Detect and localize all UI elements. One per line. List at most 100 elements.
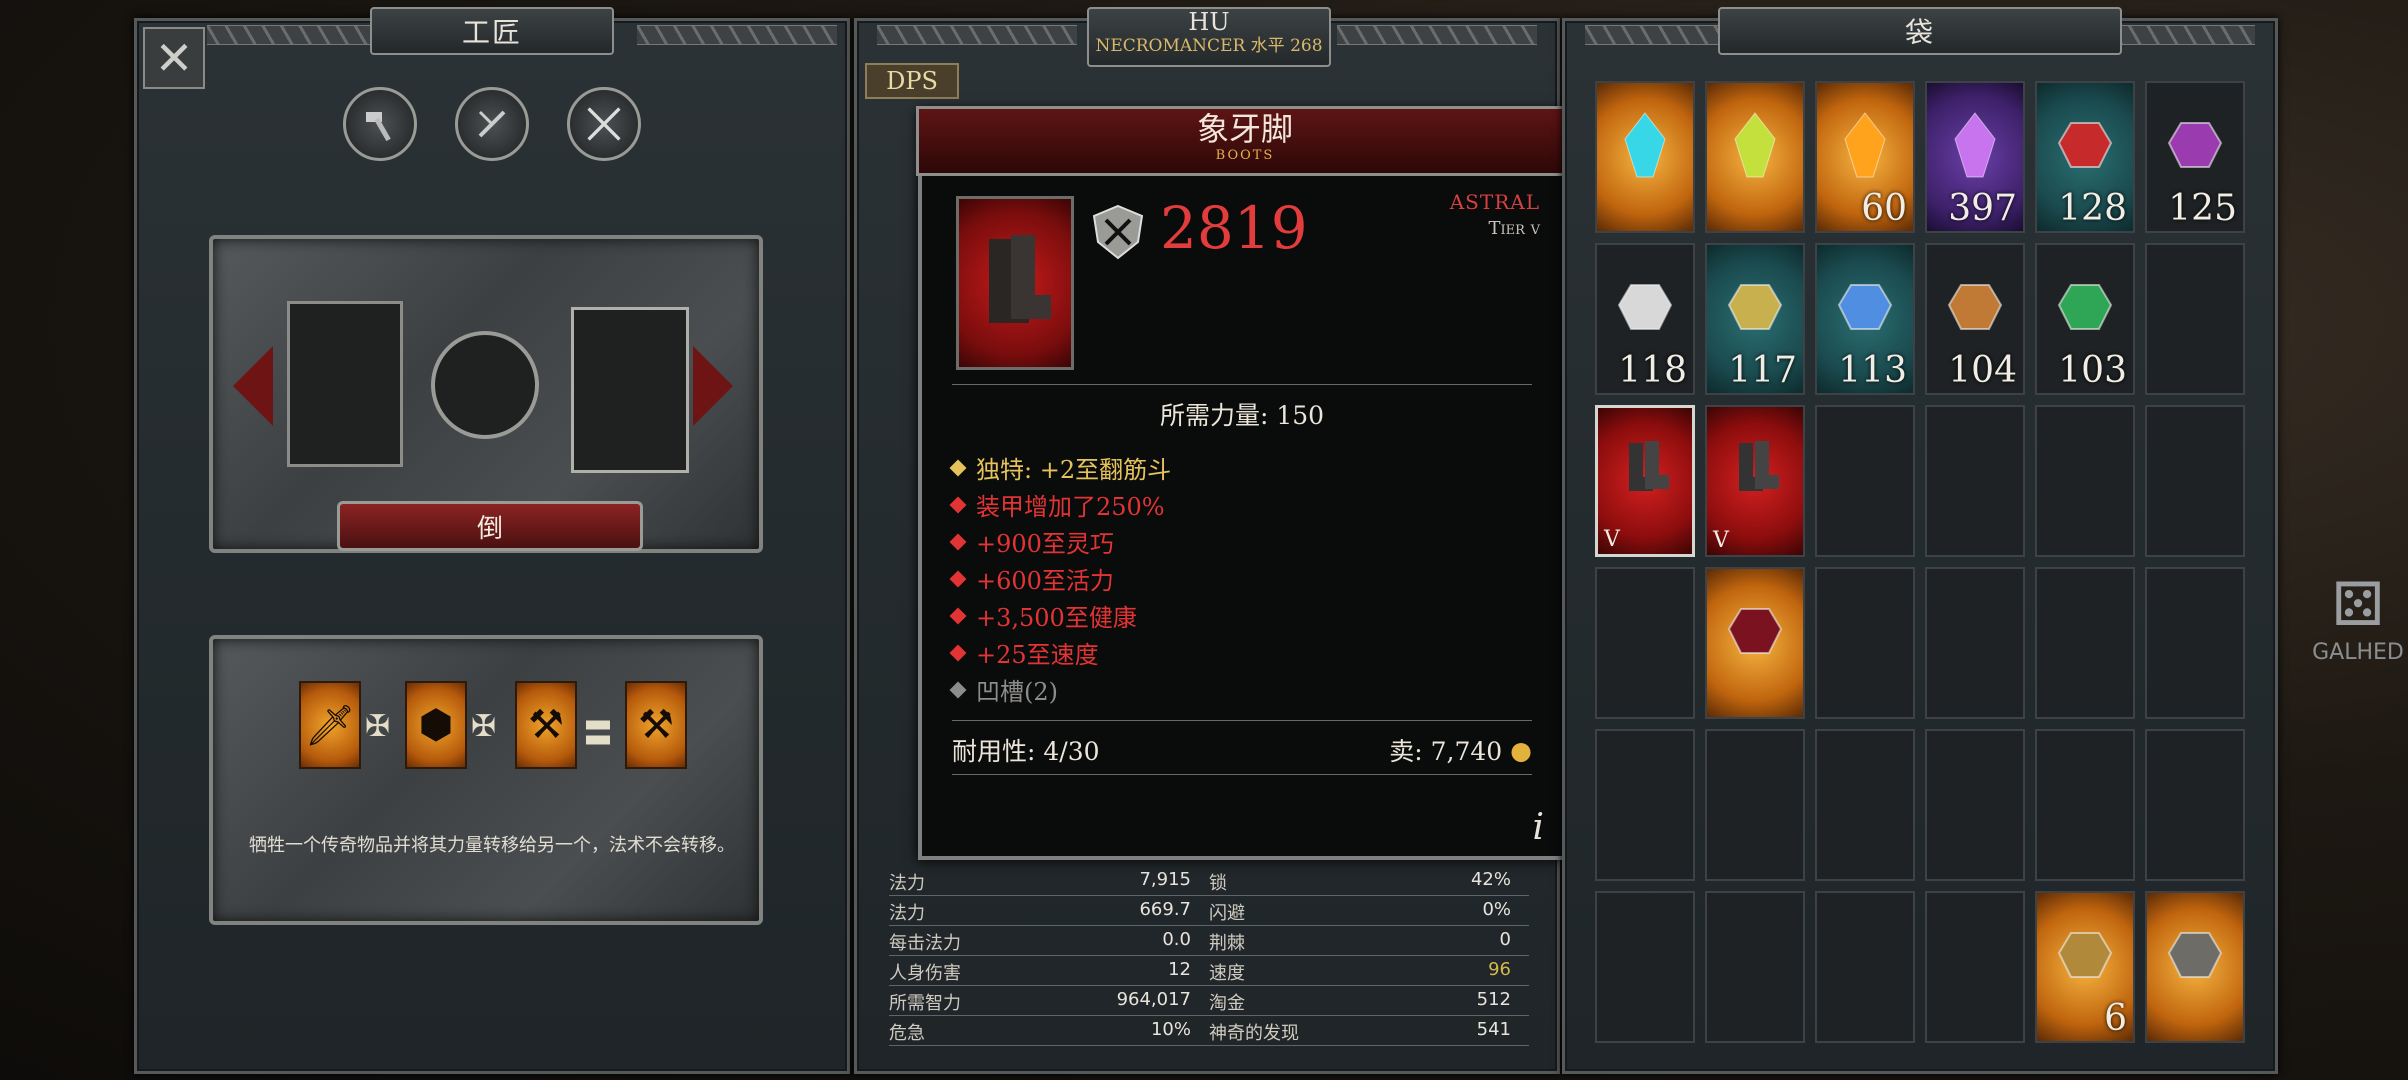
- item-property: 装甲增加了250%: [949, 487, 1165, 522]
- stat-label: 淘金: [1209, 993, 1245, 1014]
- item-tooltip: 象牙脚 BOOTS 2819 ASTRAL Tier v 所需力量: 150 独…: [916, 106, 1574, 860]
- bag-slot[interactable]: 6: [2035, 891, 2135, 1043]
- item-property: 独特: +2至翻筋斗: [949, 450, 1171, 485]
- stat-cell: 人身伤害 12: [889, 959, 1209, 986]
- bag-slot[interactable]: V: [1595, 405, 1695, 557]
- bag-slot[interactable]: [1925, 405, 2025, 557]
- stat-row: 所需智力 964,017 淘金 512: [889, 989, 1529, 1016]
- bag-slot[interactable]: [1705, 81, 1805, 233]
- border-ornament: [877, 25, 1077, 45]
- bag-slot[interactable]: [1595, 81, 1695, 233]
- target-slot[interactable]: [571, 307, 689, 473]
- reagent-slot[interactable]: [431, 331, 539, 439]
- diamond-gem-icon: [1617, 284, 1673, 331]
- bag-slot[interactable]: 397: [1925, 81, 2025, 233]
- bag-slot[interactable]: [2035, 729, 2135, 881]
- item-property: +25至速度: [949, 635, 1099, 670]
- bag-slot[interactable]: 118: [1595, 243, 1695, 395]
- bag-slot[interactable]: 117: [1705, 243, 1805, 395]
- bag-slot[interactable]: [2145, 891, 2245, 1043]
- stat-value: 7,915: [1139, 869, 1191, 890]
- bag-slot[interactable]: 104: [1925, 243, 2025, 395]
- crossed-swords-icon: [587, 107, 621, 141]
- character-name: HU: [1188, 8, 1230, 36]
- bag-slot[interactable]: [1815, 567, 1915, 719]
- sacrifice-slot[interactable]: [287, 301, 403, 467]
- sell-label: 卖: 7,740: [1389, 737, 1503, 766]
- relic-medallion-icon: [2167, 932, 2223, 979]
- bag-slot[interactable]: 103: [2035, 243, 2135, 395]
- stat-value: 10%: [1150, 1019, 1191, 1040]
- stack-count: 125: [2168, 188, 2237, 229]
- stack-count: 6: [2104, 998, 2127, 1039]
- bag-slot[interactable]: 113: [1815, 243, 1915, 395]
- sell-price: 卖: 7,740 ●: [1389, 732, 1532, 768]
- tab-dps[interactable]: DPS: [865, 63, 959, 99]
- bag-slot[interactable]: [1925, 891, 2025, 1043]
- transfer-button[interactable]: 倒: [337, 501, 643, 551]
- stat-cell: 法力 7,915: [889, 869, 1209, 896]
- stat-cell: 每击法力 0.0: [889, 929, 1209, 956]
- amber-stone-icon: [2057, 932, 2113, 979]
- tongs-button[interactable]: [455, 87, 529, 161]
- property-text: +3,500至健康: [976, 604, 1137, 632]
- amethyst-gem-icon: [2167, 122, 2223, 169]
- bag-slot[interactable]: [2145, 405, 2245, 557]
- bag-slot[interactable]: [1925, 729, 2025, 881]
- bag-slot[interactable]: [2145, 567, 2245, 719]
- bag-slot[interactable]: 60: [1815, 81, 1915, 233]
- hammer-button[interactable]: [343, 87, 417, 161]
- bag-slot[interactable]: [2145, 243, 2245, 395]
- diamond-bullet-icon: [949, 570, 967, 587]
- bag-slot[interactable]: [2145, 729, 2245, 881]
- bag-slot[interactable]: [1925, 567, 2025, 719]
- info-icon[interactable]: i: [1532, 807, 1544, 848]
- item-property: +600至活力: [949, 561, 1114, 596]
- diamond-bullet-icon: [949, 533, 967, 550]
- panel-title: 工匠: [370, 7, 614, 55]
- stack-count: 113: [1838, 350, 1907, 391]
- stat-cell: 神奇的发现 541: [1209, 1019, 1529, 1046]
- bag-slot[interactable]: [1595, 567, 1695, 719]
- equals-icon: 〓: [583, 717, 613, 752]
- plus-icon: ✠: [365, 709, 391, 744]
- dice-icon: ⚄: [2331, 570, 2385, 640]
- item-type: BOOTS: [1215, 148, 1275, 163]
- item-tier-badge: V: [1604, 527, 1620, 552]
- border-ornament: [207, 25, 387, 45]
- divider: [952, 774, 1532, 775]
- diamond-bullet-icon: [949, 644, 967, 661]
- dice-label: GALHED: [2312, 640, 2404, 665]
- bag-slot[interactable]: [1815, 405, 1915, 557]
- stat-label: 闪避: [1209, 903, 1245, 924]
- bag-slot[interactable]: [1705, 729, 1805, 881]
- bag-slot[interactable]: [1595, 891, 1695, 1043]
- item-tier-badge: V: [1713, 528, 1729, 553]
- bag-slot[interactable]: [1595, 729, 1695, 881]
- sword-icon: 🗡: [304, 702, 356, 749]
- bag-slot[interactable]: [1705, 567, 1805, 719]
- bag-slot[interactable]: V: [1705, 405, 1805, 557]
- border-ornament: [1337, 25, 1537, 45]
- stack-count: 117: [1728, 350, 1797, 391]
- bag-slot[interactable]: [2035, 567, 2135, 719]
- bag-slot[interactable]: [1815, 891, 1915, 1043]
- cyan-crystal-icon: [1624, 112, 1666, 178]
- stat-row: 危急 10% 神奇的发现 541: [889, 1019, 1529, 1046]
- recipe-gem-slot: ⬢: [405, 681, 467, 769]
- bag-slot[interactable]: [2035, 405, 2135, 557]
- bag-slot[interactable]: 125: [2145, 81, 2245, 233]
- bag-slot[interactable]: [1705, 891, 1805, 1043]
- property-text: +25至速度: [976, 641, 1099, 669]
- stack-count: 118: [1618, 350, 1687, 391]
- stat-label: 危急: [889, 1023, 925, 1044]
- close-button[interactable]: ✕: [143, 27, 205, 89]
- stat-row: 法力 669.7 闪避 0%: [889, 899, 1529, 926]
- bag-slot[interactable]: [1815, 729, 1915, 881]
- bag-slot[interactable]: 128: [2035, 81, 2135, 233]
- swords-button[interactable]: [567, 87, 641, 161]
- stat-row: 法力 7,915 锁 42%: [889, 869, 1529, 896]
- dark-ruby-icon: [1727, 608, 1783, 655]
- dice-widget[interactable]: ⚄ GALHED: [2308, 570, 2408, 665]
- border-ornament: [637, 25, 837, 45]
